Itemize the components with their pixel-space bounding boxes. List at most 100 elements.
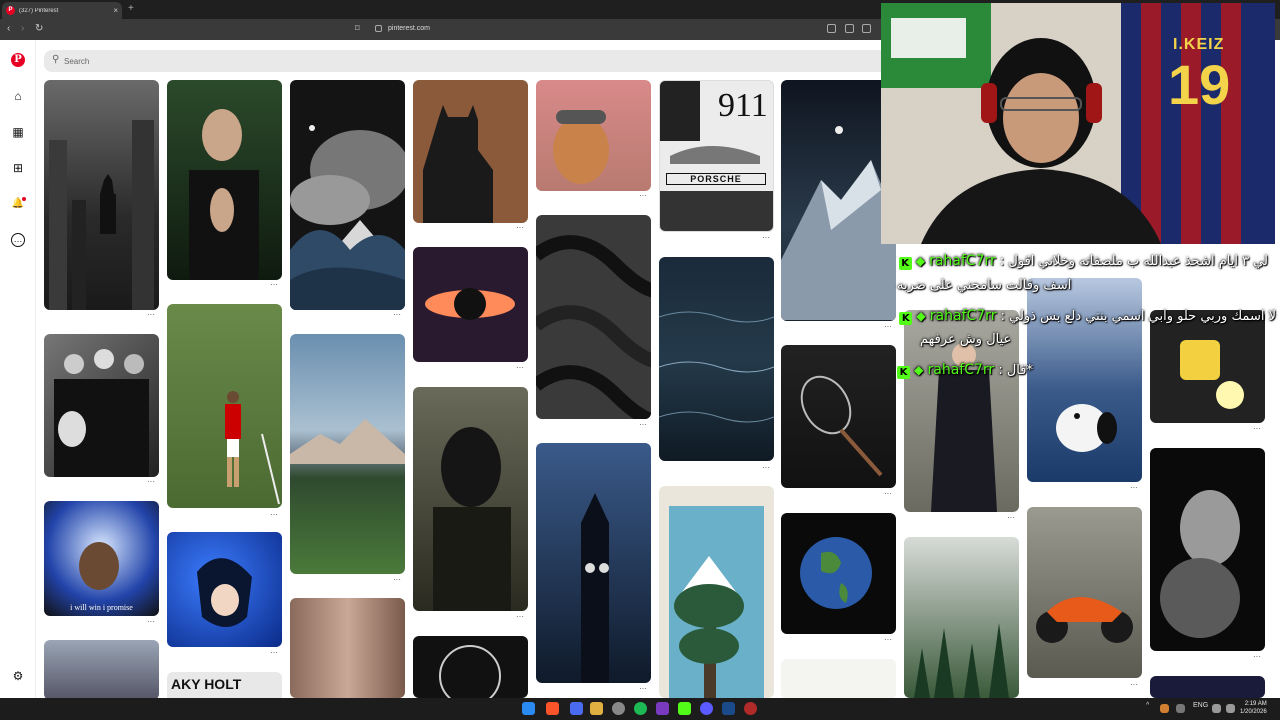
pin-cliffs[interactable]: [290, 598, 405, 698]
back-icon[interactable]: ‹: [7, 23, 10, 34]
forward-icon[interactable]: ›: [21, 23, 24, 34]
wifi-icon[interactable]: [1212, 704, 1221, 713]
settings-icon[interactable]: ⚙: [11, 669, 25, 683]
pin-misty-forest[interactable]: [904, 537, 1019, 698]
pin-motorcycle[interactable]: [1027, 507, 1142, 678]
pin-more-icon[interactable]: ···: [884, 322, 892, 331]
motorcycle-icon: [1036, 597, 1133, 643]
pin-more-icon[interactable]: ···: [1007, 513, 1015, 522]
pin-more-icon[interactable]: ···: [639, 684, 647, 693]
steam-icon[interactable]: [722, 702, 735, 715]
obs-icon[interactable]: [700, 702, 713, 715]
pin-more-icon[interactable]: ···: [884, 635, 892, 644]
pin-black-hole[interactable]: [413, 247, 528, 362]
brave-icon[interactable]: [546, 702, 559, 715]
pin-more-icon[interactable]: ···: [762, 463, 770, 472]
chat-message-continued: عيال وش عرفهم: [920, 332, 1011, 347]
pin-cat-pilot[interactable]: [536, 80, 651, 191]
pin-light[interactable]: [781, 659, 896, 698]
screen-cast-icon[interactable]: [827, 24, 836, 33]
pin-city-batman[interactable]: [44, 80, 159, 310]
messages-icon[interactable]: …: [11, 233, 25, 247]
language-indicator[interactable]: ENG: [1193, 702, 1208, 709]
search-input[interactable]: [64, 53, 364, 69]
face-icon: [79, 542, 119, 590]
pin-more-icon[interactable]: ···: [270, 280, 278, 289]
tray-app-icon[interactable]: [1160, 704, 1169, 713]
pin-more-icon[interactable]: ···: [1253, 424, 1261, 433]
pin-more-icon[interactable]: ···: [270, 648, 278, 657]
pin-footballer[interactable]: [167, 304, 282, 508]
bookmark-icon[interactable]: ⌑: [355, 23, 360, 34]
pin-group-photo[interactable]: [44, 334, 159, 477]
pin-more-icon[interactable]: ···: [147, 310, 155, 319]
pin-man-suit[interactable]: [167, 80, 282, 280]
tab-pinterest[interactable]: P (327) Pinterest ×: [2, 2, 122, 19]
volume-icon[interactable]: [1226, 704, 1235, 713]
start-icon[interactable]: [522, 702, 535, 715]
record-icon[interactable]: [744, 702, 757, 715]
home-icon[interactable]: ⌂: [11, 89, 25, 103]
pin-ocean-waves[interactable]: [659, 257, 774, 461]
pin-anime[interactable]: [167, 532, 282, 647]
discord-icon[interactable]: [570, 702, 583, 715]
kick-badge-icon: K: [898, 257, 912, 270]
pin-batman-reading[interactable]: [413, 80, 528, 223]
pin-abstract-waves[interactable]: [536, 215, 651, 419]
pin-more-icon[interactable]: ···: [516, 612, 524, 621]
pin-more-icon[interactable]: ···: [147, 617, 155, 626]
reload-icon[interactable]: ↻: [35, 23, 43, 34]
pin-more-icon[interactable]: ···: [1130, 680, 1138, 689]
pin-more-icon[interactable]: ···: [147, 477, 155, 486]
pin-more-icon[interactable]: ···: [393, 310, 401, 319]
microphone-icon[interactable]: [1176, 704, 1185, 713]
tab-close-icon[interactable]: ×: [113, 6, 118, 15]
new-tab-button[interactable]: +: [128, 3, 134, 14]
cat-icon: [553, 110, 609, 184]
pin-mountain-lake[interactable]: [290, 334, 405, 574]
pin-more-icon[interactable]: ···: [884, 489, 892, 498]
explore-icon[interactable]: ▦: [11, 125, 25, 139]
kick-app-icon[interactable]: [678, 702, 691, 715]
pin-kanye[interactable]: i will win i promise: [44, 501, 159, 616]
pin-spiral[interactable]: [413, 636, 528, 698]
pin-earth[interactable]: [781, 513, 896, 634]
pin-more-icon[interactable]: ···: [1253, 652, 1261, 661]
pin-fuji-print[interactable]: [659, 486, 774, 698]
pin-more-icon[interactable]: ···: [270, 510, 278, 519]
app-icon[interactable]: [656, 702, 669, 715]
pin-lego-figure[interactable]: [1150, 310, 1265, 423]
pin-porsche-911[interactable]: 911 PORSCHE: [659, 80, 774, 232]
download-icon[interactable]: [845, 24, 854, 33]
create-icon[interactable]: ⊞: [11, 161, 25, 175]
pin-snowy-mountain[interactable]: [781, 80, 896, 321]
windows-taskbar: ^ ENG 2:19 AM 1/20/2026: [0, 698, 1280, 720]
pin-dark[interactable]: [1150, 676, 1265, 698]
pin-more-icon[interactable]: ···: [393, 575, 401, 584]
pin-great-wave[interactable]: [290, 80, 405, 310]
pin-more-icon[interactable]: ···: [516, 363, 524, 372]
pin-chrome-figure[interactable]: [1150, 448, 1265, 651]
file-explorer-icon[interactable]: [590, 702, 603, 715]
pin-big-ben[interactable]: [536, 443, 651, 683]
system-clock[interactable]: 2:19 AM 1/20/2026: [1240, 700, 1267, 716]
lego-icon: [1180, 340, 1244, 409]
pin-building[interactable]: [44, 640, 159, 698]
tray-chevron-icon[interactable]: ^: [1146, 702, 1149, 709]
pin-more-icon[interactable]: ···: [762, 233, 770, 242]
fuji-icon: [669, 506, 764, 698]
pin-more-icon[interactable]: ···: [639, 191, 647, 200]
pin-more-icon[interactable]: ···: [516, 223, 524, 232]
pinterest-logo-icon[interactable]: P: [11, 53, 25, 67]
pin-more-icon[interactable]: ···: [1130, 483, 1138, 492]
url-field[interactable]: pinterest.com: [388, 25, 430, 32]
spotify-icon[interactable]: [634, 702, 647, 715]
pin-masked-figure[interactable]: [413, 387, 528, 611]
share-icon[interactable]: [862, 24, 871, 33]
pin-hood-car[interactable]: AKY HOLT: [167, 672, 282, 698]
pin-more-icon[interactable]: ···: [639, 420, 647, 429]
settings-app-icon[interactable]: [612, 702, 625, 715]
pin-tennis-racket[interactable]: [781, 345, 896, 488]
pinterest-favicon-icon: P: [6, 6, 15, 15]
site-info-icon[interactable]: [375, 25, 382, 32]
